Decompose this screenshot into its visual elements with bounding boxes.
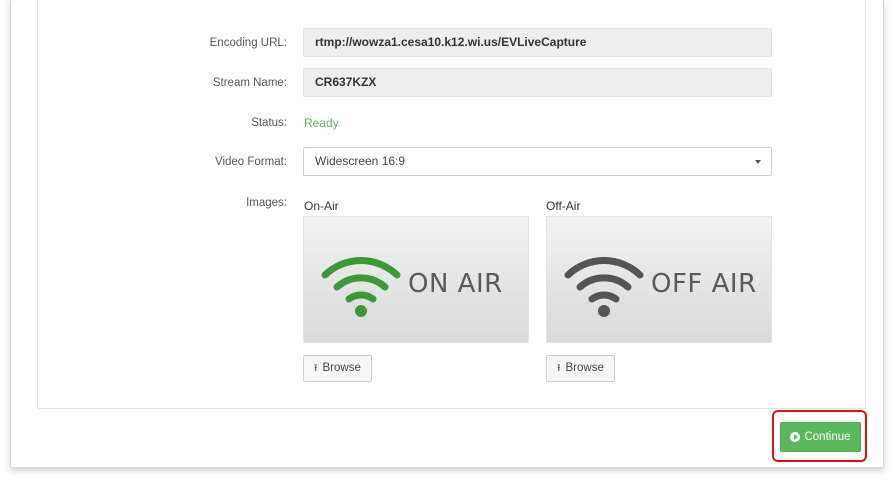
on-air-browse-label: Browse: [322, 362, 361, 374]
status-value: Ready: [304, 116, 339, 130]
off-air-image: OFF AIR: [546, 216, 772, 343]
continue-label: Continue: [804, 431, 851, 443]
upload-icon: ⭱: [557, 362, 561, 374]
stream-name-label: Stream Name:: [212, 77, 287, 89]
off-air-title: Off-Air: [546, 199, 581, 213]
off-air-image-text: OFF AIR: [651, 269, 757, 299]
continue-button[interactable]: Continue: [780, 422, 861, 452]
stream-name-field[interactable]: CR637KZX: [303, 68, 772, 97]
video-format-select[interactable]: Widescreen 16:9: [303, 147, 772, 176]
video-format-selected-value: Widescreen 16:9: [315, 154, 406, 168]
on-air-browse-button[interactable]: ⭱ Browse: [303, 355, 372, 382]
continue-highlight: Continue: [772, 410, 867, 462]
encoding-url-field[interactable]: rtmp://wowza1.cesa10.k12.wi.us/EVLiveCap…: [303, 28, 772, 57]
on-air-image: ON AIR: [303, 216, 529, 343]
images-label: Images:: [246, 197, 287, 209]
on-air-image-text: ON AIR: [408, 269, 503, 299]
encoding-url-label: Encoding URL:: [209, 37, 287, 49]
on-air-title: On-Air: [304, 199, 339, 213]
video-format-label: Video Format:: [214, 156, 287, 168]
off-air-browse-button[interactable]: ⭱ Browse: [546, 355, 615, 382]
status-label: Status:: [251, 117, 287, 129]
upload-icon: ⭱: [314, 362, 318, 374]
chevron-down-icon: [755, 160, 761, 164]
off-air-browse-label: Browse: [565, 362, 604, 374]
circle-arrow-right-icon: [790, 432, 801, 442]
